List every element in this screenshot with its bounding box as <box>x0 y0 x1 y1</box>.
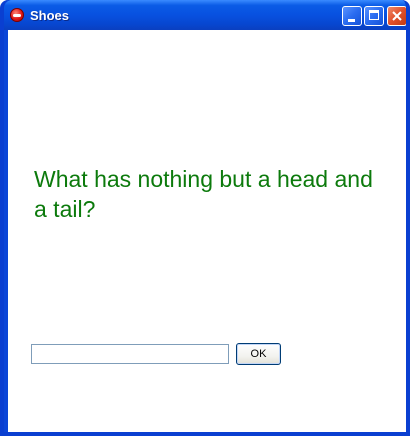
maximize-icon <box>369 10 379 20</box>
shoes-logo-icon <box>10 8 24 22</box>
close-button[interactable] <box>387 6 406 26</box>
window-title: Shoes <box>30 8 70 23</box>
minimize-button[interactable] <box>342 6 362 26</box>
close-icon <box>392 11 402 21</box>
maximize-button[interactable] <box>364 6 384 26</box>
app-window: Shoes What has nothing but a head and a … <box>0 0 410 436</box>
riddle-question: What has nothing but a head and a tail? <box>34 166 373 222</box>
ok-button[interactable]: OK <box>236 343 281 365</box>
window-content: What has nothing but a head and a tail? … <box>8 30 406 432</box>
title-bar[interactable]: Shoes <box>4 0 406 30</box>
minimize-icon <box>348 19 355 22</box>
answer-input[interactable] <box>31 344 229 364</box>
